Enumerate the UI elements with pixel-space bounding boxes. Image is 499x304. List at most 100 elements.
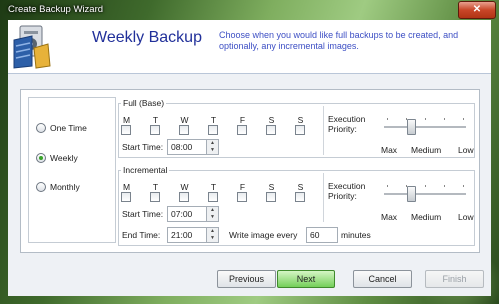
full-section-title: Full (Base): [121, 98, 167, 108]
full-priority-label: Execution: [328, 114, 366, 124]
write-image-label: Write image every: [229, 230, 298, 240]
full-priority-track: [384, 126, 466, 129]
incremental-priority-track: [384, 193, 466, 196]
full-section: Full (Base) M T W T F S S Start Time: 08…: [118, 98, 475, 158]
radio-weekly[interactable]: Weekly: [36, 153, 78, 163]
finish-button[interactable]: Finish: [425, 270, 484, 288]
slider-tick: [463, 185, 464, 187]
incremental-start-time-spinner[interactable]: ▲ ▼: [206, 207, 218, 221]
slider-tick: [425, 118, 426, 120]
frequency-group: One Time Weekly Monthly: [28, 97, 116, 243]
slider-tick: [444, 118, 445, 120]
write-image-unit: minutes: [341, 230, 371, 240]
radio-monthly[interactable]: Monthly: [36, 182, 80, 192]
incremental-end-time-spinner[interactable]: ▲ ▼: [206, 228, 218, 242]
day-label: T: [210, 182, 217, 192]
day-label: S: [268, 182, 275, 192]
slider-tick: [463, 118, 464, 120]
spin-up-icon[interactable]: ▲: [207, 207, 218, 214]
spin-down-icon[interactable]: ▼: [207, 147, 218, 154]
full-day-checkbox[interactable]: [150, 125, 160, 135]
incremental-day-checkbox[interactable]: [208, 192, 218, 202]
day-label: T: [152, 182, 159, 192]
radio-weekly-label: Weekly: [50, 153, 78, 163]
full-day-checkbox[interactable]: [121, 125, 131, 135]
spin-up-icon[interactable]: ▲: [207, 140, 218, 147]
incremental-priority-slider[interactable]: [407, 186, 416, 202]
full-day-checkbox[interactable]: [295, 125, 305, 135]
priority-max-label: Max: [381, 145, 398, 155]
radio-monthly-label: Monthly: [50, 182, 80, 192]
day-label: M: [122, 182, 131, 192]
backup-wizard-icon: [13, 25, 51, 69]
incremental-day-checkbox[interactable]: [121, 192, 131, 202]
day-label: S: [268, 115, 275, 125]
day-label: F: [239, 182, 246, 192]
incremental-section: Incremental M T W T F S S Start Time: 07…: [118, 165, 475, 246]
incremental-day-checkbox[interactable]: [150, 192, 160, 202]
wizard-content: One Time Weekly Monthly Full (Base) M T …: [8, 74, 491, 296]
priority-low-label: Low: [458, 212, 474, 222]
day-label: T: [210, 115, 217, 125]
incremental-start-time-label: Start Time:: [122, 209, 164, 219]
page-description: Choose when you would like full backups …: [219, 30, 459, 51]
incremental-day-checkbox[interactable]: [266, 192, 276, 202]
incremental-start-time-input[interactable]: 07:00 ▲ ▼: [167, 206, 219, 222]
full-start-time-label: Start Time:: [122, 142, 164, 152]
incremental-section-title: Incremental: [121, 165, 170, 175]
priority-medium-label: Medium: [411, 145, 442, 155]
incremental-day-checkbox[interactable]: [237, 192, 247, 202]
incremental-end-time-label: End Time:: [122, 230, 161, 240]
radio-one-time[interactable]: One Time: [36, 123, 87, 133]
slider-tick: [444, 185, 445, 187]
day-label: W: [180, 115, 189, 125]
full-priority-label: Priority:: [328, 124, 357, 134]
incremental-day-checkbox[interactable]: [295, 192, 305, 202]
full-day-checkbox[interactable]: [237, 125, 247, 135]
wizard-header: Weekly Backup Choose when you would like…: [8, 20, 491, 74]
full-day-checkbox[interactable]: [266, 125, 276, 135]
slider-tick: [387, 118, 388, 120]
day-label: W: [180, 182, 189, 192]
day-label: S: [297, 115, 304, 125]
full-start-time-value: 08:00: [171, 142, 193, 152]
slider-tick: [425, 185, 426, 187]
day-label: S: [297, 182, 304, 192]
write-image-interval-input[interactable]: 60: [306, 227, 338, 243]
day-label: M: [122, 115, 131, 125]
priority-low-label: Low: [458, 145, 474, 155]
full-start-time-spinner[interactable]: ▲ ▼: [206, 140, 218, 154]
full-priority-slider[interactable]: [407, 119, 416, 135]
radio-one-time-indicator[interactable]: [36, 123, 46, 133]
spin-down-icon[interactable]: ▼: [207, 235, 218, 242]
full-day-checkbox[interactable]: [179, 125, 189, 135]
radio-one-time-label: One Time: [50, 123, 87, 133]
incremental-start-time-value: 07:00: [171, 209, 193, 219]
schedule-panel: One Time Weekly Monthly Full (Base) M T …: [20, 89, 480, 253]
priority-divider: [323, 173, 324, 222]
spin-up-icon[interactable]: ▲: [207, 228, 218, 235]
cancel-button[interactable]: Cancel: [353, 270, 412, 288]
priority-medium-label: Medium: [411, 212, 442, 222]
day-label: F: [239, 115, 246, 125]
previous-button[interactable]: Previous: [217, 270, 276, 288]
priority-max-label: Max: [381, 212, 398, 222]
next-button[interactable]: Next: [277, 270, 335, 288]
window-title: Create Backup Wizard: [8, 4, 104, 15]
radio-monthly-indicator[interactable]: [36, 182, 46, 192]
incremental-day-checkbox[interactable]: [179, 192, 189, 202]
day-label: T: [152, 115, 159, 125]
incremental-priority-label: Execution: [328, 181, 366, 191]
slider-tick: [387, 185, 388, 187]
close-button[interactable]: ✕: [458, 1, 496, 19]
priority-divider: [323, 106, 324, 155]
write-image-interval-value: 60: [310, 230, 320, 240]
incremental-end-time-input[interactable]: 21:00 ▲ ▼: [167, 227, 219, 243]
radio-weekly-indicator[interactable]: [36, 153, 46, 163]
page-title: Weekly Backup: [92, 29, 202, 46]
spin-down-icon[interactable]: ▼: [207, 214, 218, 221]
full-day-checkbox[interactable]: [208, 125, 218, 135]
incremental-priority-label: Priority:: [328, 191, 357, 201]
full-start-time-input[interactable]: 08:00 ▲ ▼: [167, 139, 219, 155]
incremental-end-time-value: 21:00: [171, 230, 193, 240]
